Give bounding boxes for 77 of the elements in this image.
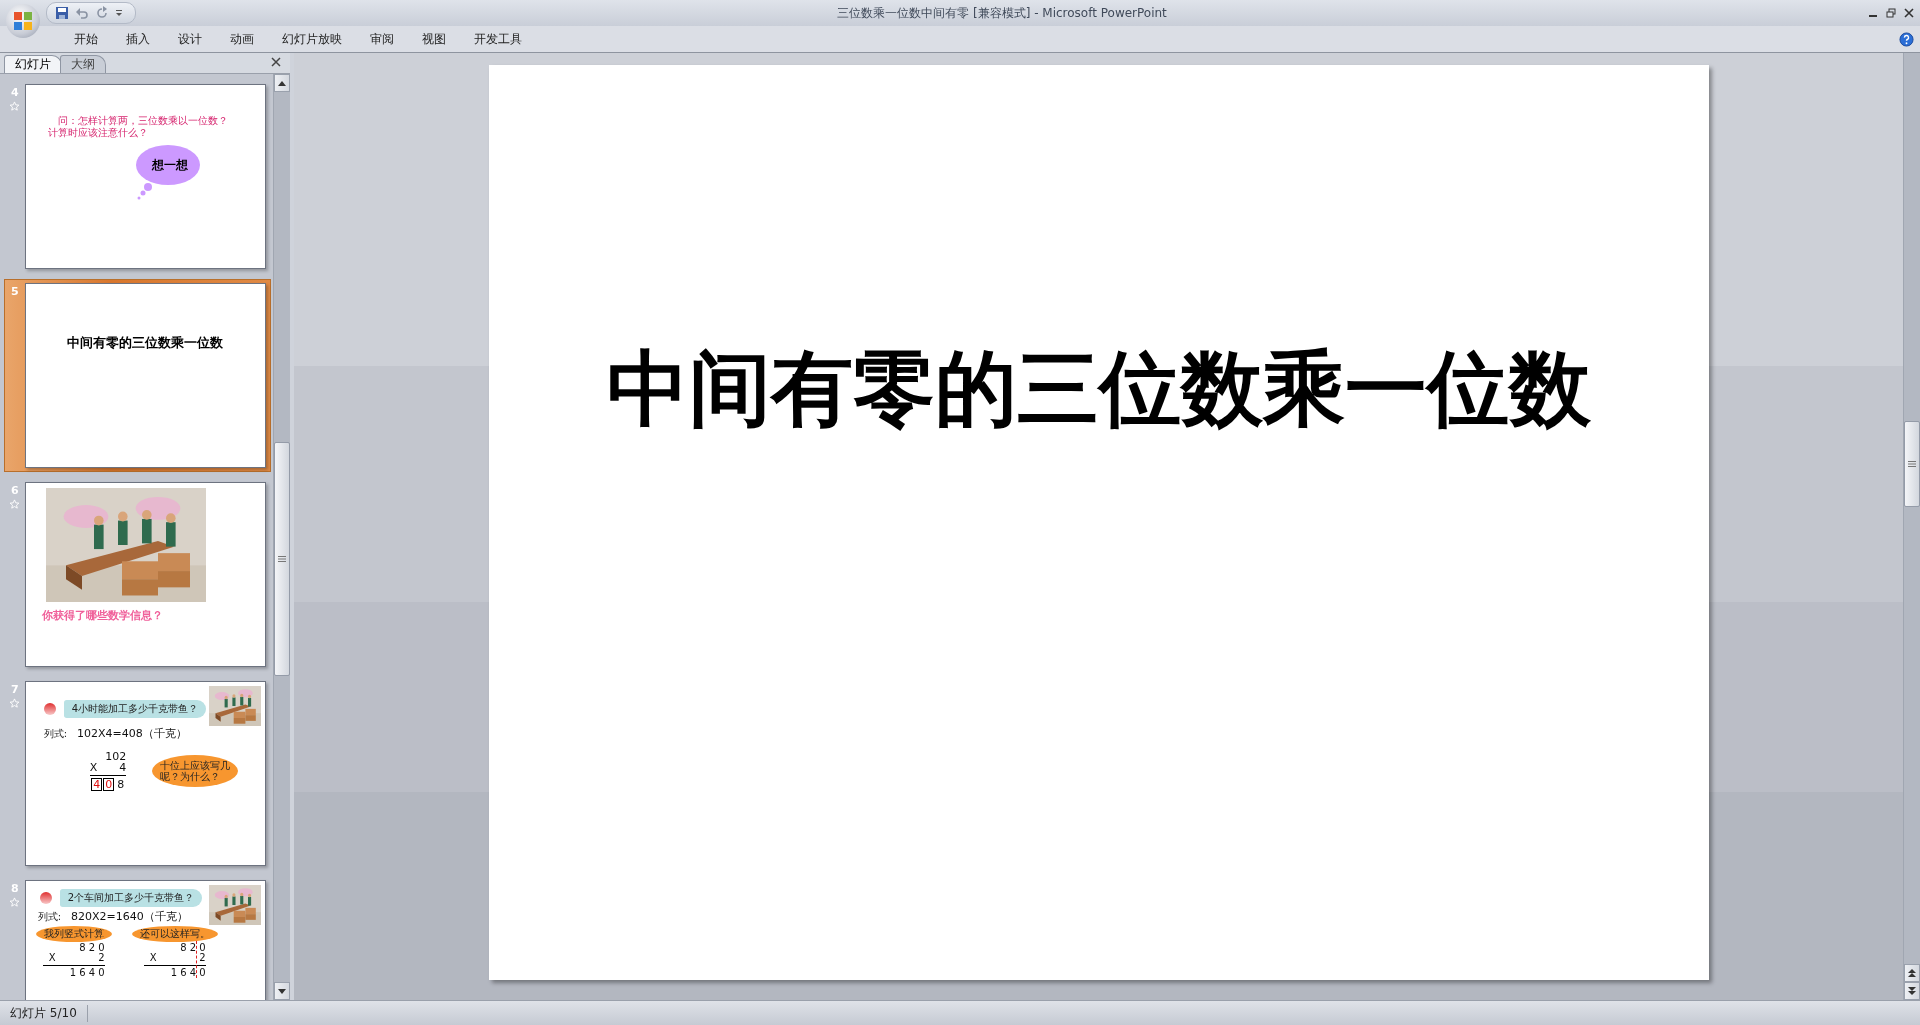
formula-text: 820X2=1640（千克） [71, 909, 188, 924]
scrollbar-thumb[interactable] [274, 442, 290, 676]
double-up-arrow-icon [1908, 969, 1916, 977]
pane-tab[interactable]: 大纲 [60, 55, 106, 73]
office-logo-icon [13, 11, 33, 31]
result-digit: 0 [103, 778, 115, 791]
selected-slide-row[interactable]: 5 中间有零的三位数乘一位数 [4, 279, 271, 472]
dashed-divider [195, 941, 197, 978]
close-icon[interactable] [1904, 8, 1914, 18]
slide-number: 8 [11, 882, 19, 895]
multiplicand: 102 [105, 751, 127, 762]
slide-number: 7 [11, 683, 19, 696]
undo-icon[interactable] [75, 6, 89, 20]
animation-star-icon [9, 499, 21, 510]
office-button[interactable] [6, 4, 40, 38]
question-bubble: 4小时能加工多少千克带鱼？ [63, 700, 207, 718]
hint-callout: 还可以这样写。 [131, 926, 218, 942]
scrollbar-thumb[interactable] [1904, 421, 1920, 507]
ribbon-tab[interactable]: 插入 [112, 28, 164, 50]
result-digit: 4 [91, 778, 103, 791]
slide-thumbnail[interactable]: 问：怎样计算两，三位数乘以一位数？计算时应该注意什么？ 想一想 [24, 84, 266, 269]
redo-icon[interactable] [95, 6, 109, 20]
formula-text: 102X4=408（千克） [77, 726, 187, 741]
slide-thumbnail[interactable]: 4小时能加工多少千克带鱼？ 列式: 102X4=408（千克） 102 X 4 4 0 8 十位上应该写几呢？为什么？ [24, 681, 266, 866]
bullet-icon [43, 703, 56, 715]
times-sign: X [89, 762, 98, 773]
multiplier: 2 [98, 953, 105, 963]
up-arrow-icon [278, 80, 286, 86]
previous-slide-button[interactable] [1904, 964, 1920, 982]
ribbon-tab[interactable]: 开始 [60, 28, 112, 50]
times-sign: X [48, 953, 56, 963]
cloud-text: 想一想 [151, 157, 188, 174]
animation-star-icon [9, 698, 21, 709]
multiplier: 4 [119, 762, 127, 773]
question-bubble: 2个车间加工多少千克带鱼？ [59, 889, 203, 907]
ribbon-tab[interactable]: 审阅 [356, 28, 408, 50]
slide-title: 中间有零的三位数乘一位数 [606, 339, 1591, 438]
slide-thumbnail[interactable]: 2个车间加工多少千克带鱼？ 列式: 820X2=1640（千克） 我列竖式计算 8 2 0 X 2 1 6 4 0 还可以这样写。 8 2 0 X 2 1 6 4 0 [24, 880, 266, 1000]
question-text: 问：怎样计算两，三位数乘以一位数？计算时应该注意什么？ [47, 115, 229, 139]
save-icon[interactable] [55, 6, 69, 20]
result-digit: 8 [116, 778, 126, 791]
window-title: 三位数乘一位数中间有零 [兼容模式] - Microsoft PowerPoint [836, 4, 1168, 22]
next-slide-button[interactable] [1904, 982, 1920, 1000]
formula-label: 列式: [43, 727, 68, 741]
product: 1 6 4 0 [69, 968, 105, 978]
multiplier: 2 [199, 953, 206, 963]
double-down-arrow-icon [1908, 987, 1916, 995]
ribbon-tab[interactable]: 动画 [216, 28, 268, 50]
slide-number: 4 [11, 86, 19, 99]
bullet-icon [39, 892, 52, 904]
hint-callout: 我列竖式计算 [35, 926, 112, 942]
ribbon-tab[interactable]: 幻灯片放映 [268, 28, 356, 50]
slide-thumbnail[interactable]: 中间有零的三位数乘一位数 [24, 283, 266, 468]
down-arrow-icon [278, 988, 286, 994]
ribbon-tab[interactable]: 开发工具 [460, 28, 536, 50]
scroll-up-button[interactable] [274, 74, 290, 92]
thought-cloud [133, 143, 202, 201]
multiplicand: 8 2 0 [180, 943, 206, 953]
ribbon-tab[interactable]: 设计 [164, 28, 216, 50]
formula-label: 列式: [37, 910, 62, 924]
restore-icon[interactable] [1886, 8, 1896, 18]
status-text: 幻灯片 5/10 [0, 1004, 88, 1022]
slide-number: 5 [11, 285, 19, 298]
product: 1 6 4 0 [170, 968, 206, 978]
question-text: 你获得了哪些数学信息？ [41, 608, 164, 623]
customize-dropdown-icon[interactable] [115, 9, 123, 17]
ribbon-tab[interactable]: 视图 [408, 28, 460, 50]
help-icon[interactable] [1899, 31, 1914, 47]
times-sign: X [149, 953, 157, 963]
slide-number: 6 [11, 484, 19, 497]
hint-callout: 十位上应该写几呢？为什么？ [152, 755, 239, 787]
pane-tab[interactable]: 幻灯片 [4, 55, 62, 73]
slide-title: 中间有零的三位数乘一位数 [67, 334, 224, 352]
animation-star-icon [9, 101, 21, 112]
scroll-down-button[interactable] [274, 982, 290, 1000]
animation-star-icon [9, 897, 21, 908]
multiplicand: 8 2 0 [79, 943, 105, 953]
